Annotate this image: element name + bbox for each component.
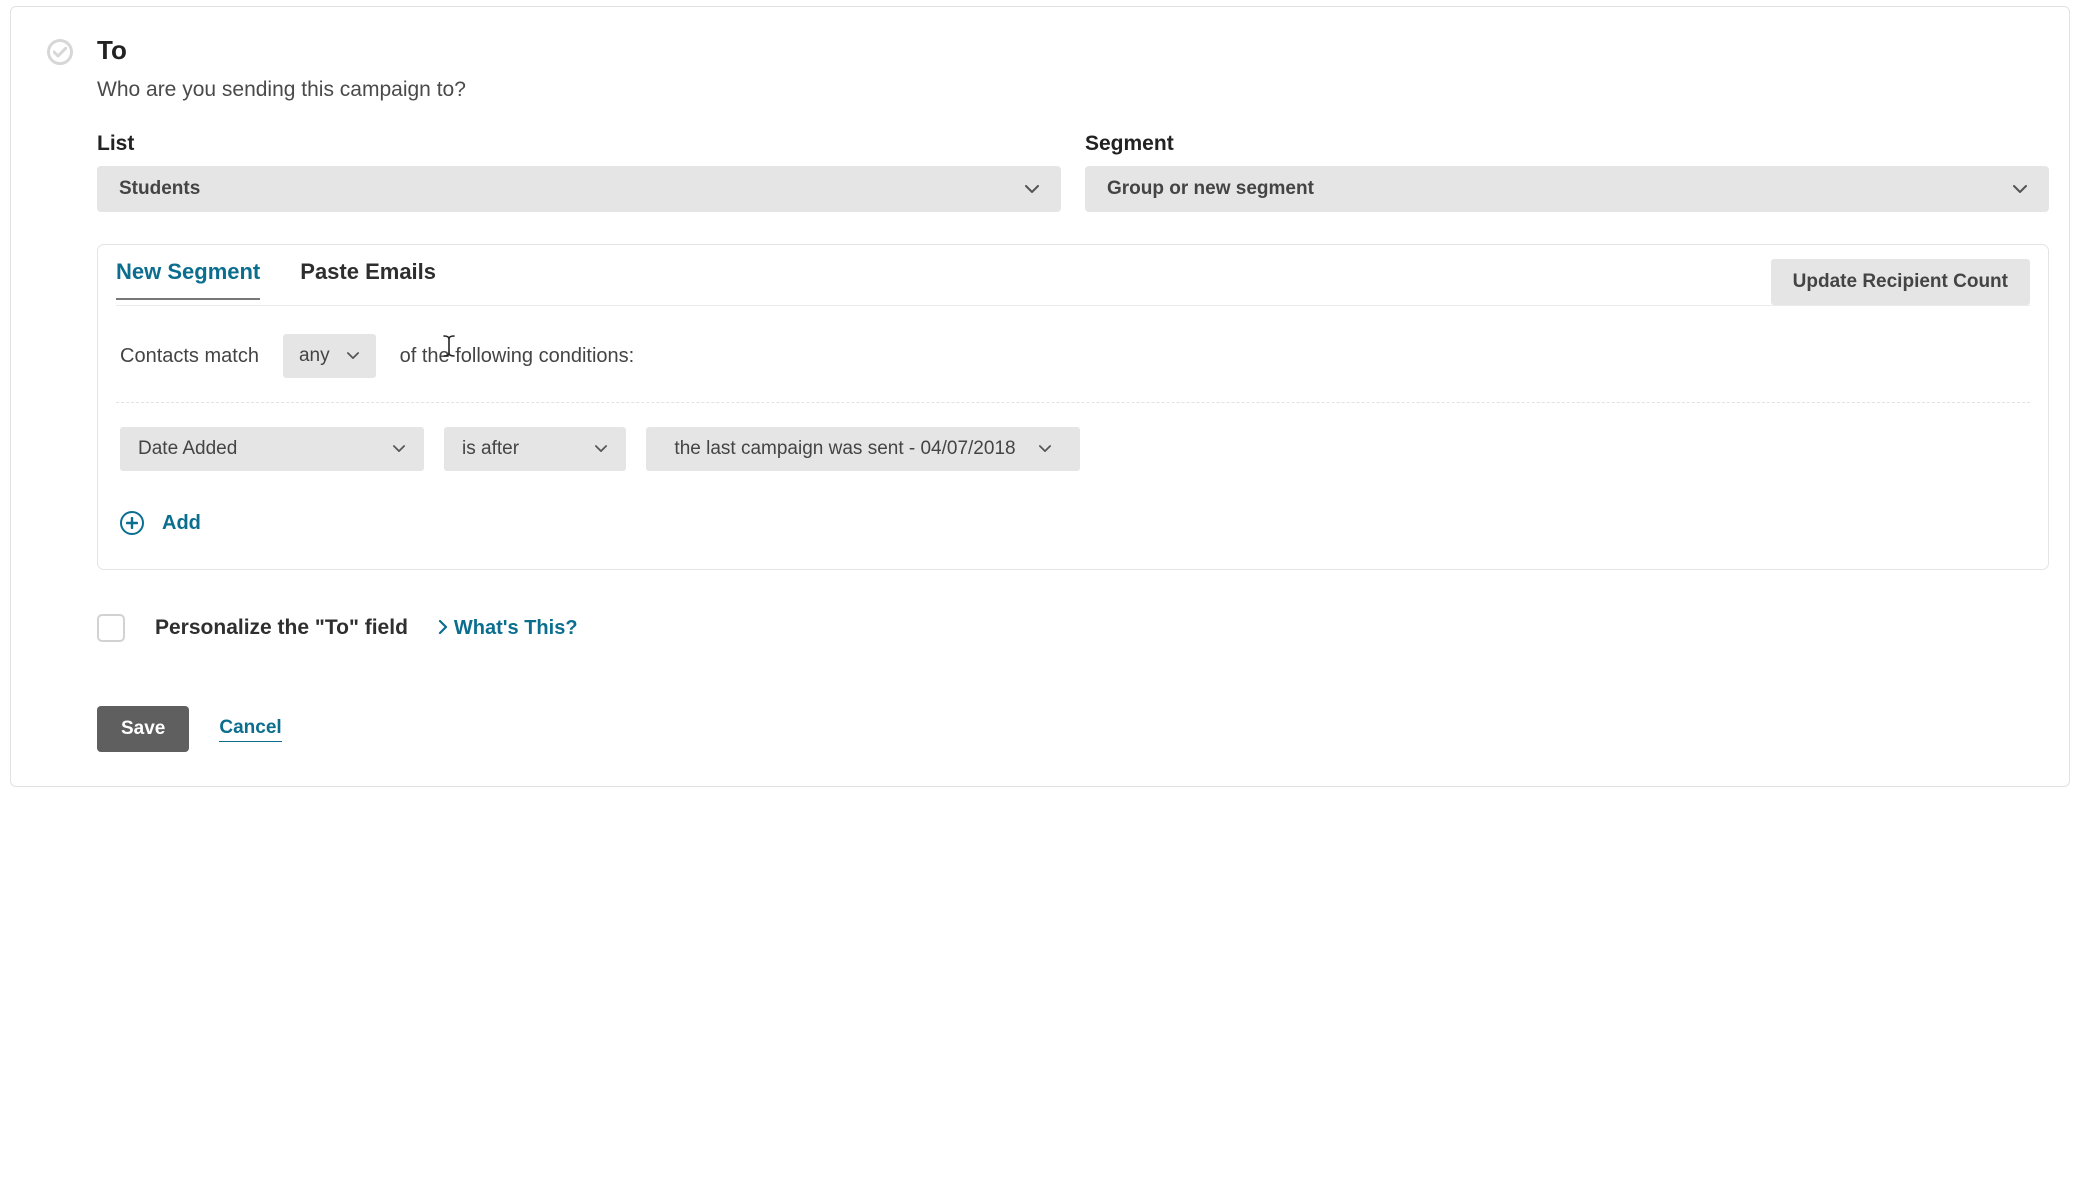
save-button[interactable]: Save <box>97 706 189 752</box>
list-label: List <box>97 132 1061 156</box>
section-header: To Who are you sending this campaign to? <box>47 35 2049 102</box>
segment-builder: New Segment Paste Emails Update Recipien… <box>97 244 2049 570</box>
add-condition-label: Add <box>162 512 201 535</box>
chevron-down-icon <box>594 442 608 456</box>
match-suffix: of the following conditions: <box>400 345 635 368</box>
match-prefix: Contacts match <box>120 345 259 368</box>
list-select-value: Students <box>119 178 200 200</box>
personalize-checkbox[interactable] <box>97 614 125 642</box>
segment-select[interactable]: Group or new segment <box>1085 166 2049 212</box>
whats-this-link[interactable]: What's This? <box>438 617 578 640</box>
condition-value-text: the last campaign was sent - 04/07/2018 <box>674 438 1015 460</box>
chevron-down-icon <box>346 349 360 363</box>
segment-label: Segment <box>1085 132 2049 156</box>
condition-operator-value: is after <box>462 438 519 460</box>
condition-field-select[interactable]: Date Added <box>120 427 424 471</box>
add-condition-button[interactable]: Add <box>120 511 201 535</box>
condition-operator-select[interactable]: is after <box>444 427 626 471</box>
update-recipient-count-button[interactable]: Update Recipient Count <box>1771 259 2030 305</box>
condition-row: Date Added is after the last campaign wa… <box>120 427 2030 471</box>
segment-select-value: Group or new segment <box>1107 178 1314 200</box>
plus-circle-icon <box>120 511 144 535</box>
cancel-link[interactable]: Cancel <box>219 717 281 742</box>
whats-this-label: What's This? <box>454 617 578 640</box>
list-select[interactable]: Students <box>97 166 1061 212</box>
personalize-label: Personalize the "To" field <box>155 616 408 640</box>
chevron-right-icon <box>438 617 448 640</box>
chevron-down-icon <box>1025 182 1039 196</box>
section-subtitle: Who are you sending this campaign to? <box>97 78 466 102</box>
check-circle-icon <box>47 39 73 65</box>
section-title: To <box>97 35 466 66</box>
condition-field-value: Date Added <box>138 438 237 460</box>
match-mode-select[interactable]: any <box>283 334 376 378</box>
match-mode-value: any <box>299 345 330 367</box>
chevron-down-icon <box>2013 182 2027 196</box>
condition-value-select[interactable]: the last campaign was sent - 04/07/2018 <box>646 427 1080 471</box>
tab-new-segment[interactable]: New Segment <box>116 259 260 299</box>
chevron-down-icon <box>1038 442 1052 456</box>
to-section: To Who are you sending this campaign to?… <box>10 6 2070 787</box>
tab-paste-emails[interactable]: Paste Emails <box>300 259 436 299</box>
chevron-down-icon <box>392 442 406 456</box>
